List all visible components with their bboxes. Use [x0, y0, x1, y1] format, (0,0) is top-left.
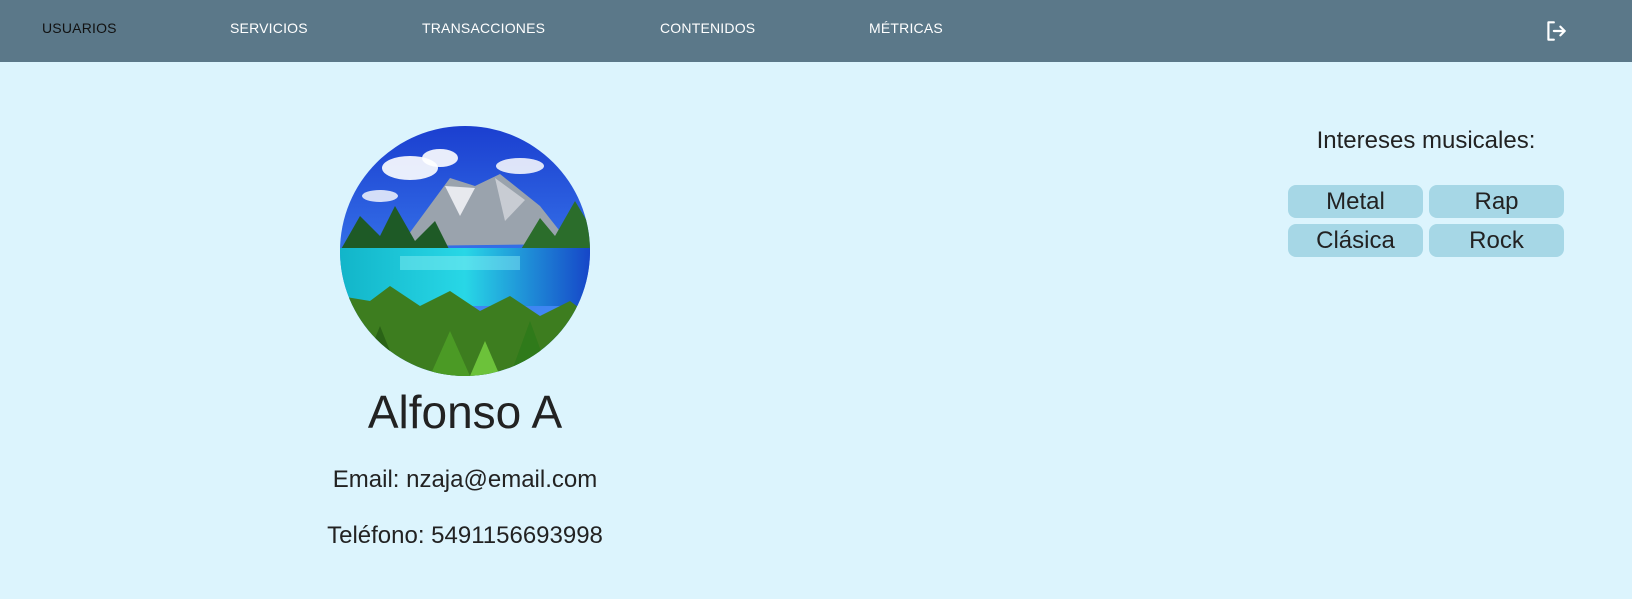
interest-tag-metal[interactable]: Metal [1288, 185, 1423, 218]
top-navbar: USUARIOS SERVICIOS TRANSACCIONES CONTENI… [0, 0, 1632, 62]
logout-icon [1547, 21, 1566, 41]
nav-item-usuarios[interactable]: USUARIOS [42, 20, 117, 36]
logout-button[interactable] [1543, 18, 1569, 44]
nav-item-contenidos[interactable]: CONTENIDOS [660, 20, 755, 36]
avatar [340, 126, 590, 376]
interest-tag-rock[interactable]: Rock [1429, 224, 1564, 257]
nav-item-transacciones[interactable]: TRANSACCIONES [422, 20, 545, 36]
interests-title: Intereses musicales: [1316, 127, 1536, 154]
interest-tag-rap[interactable]: Rap [1429, 185, 1564, 218]
nav-item-metricas[interactable]: MÉTRICAS [869, 20, 943, 36]
interest-tags: Metal Rap Clásica Rock [1288, 185, 1564, 257]
user-phone: Teléfono: 5491156693998 [327, 522, 603, 549]
interest-tag-clasica[interactable]: Clásica [1288, 224, 1423, 257]
user-email: Email: nzaja@email.com [332, 466, 598, 493]
nav-item-servicios[interactable]: SERVICIOS [230, 20, 308, 36]
user-name: Alfonso A [367, 386, 563, 438]
mountain-lake-photo [340, 126, 590, 376]
